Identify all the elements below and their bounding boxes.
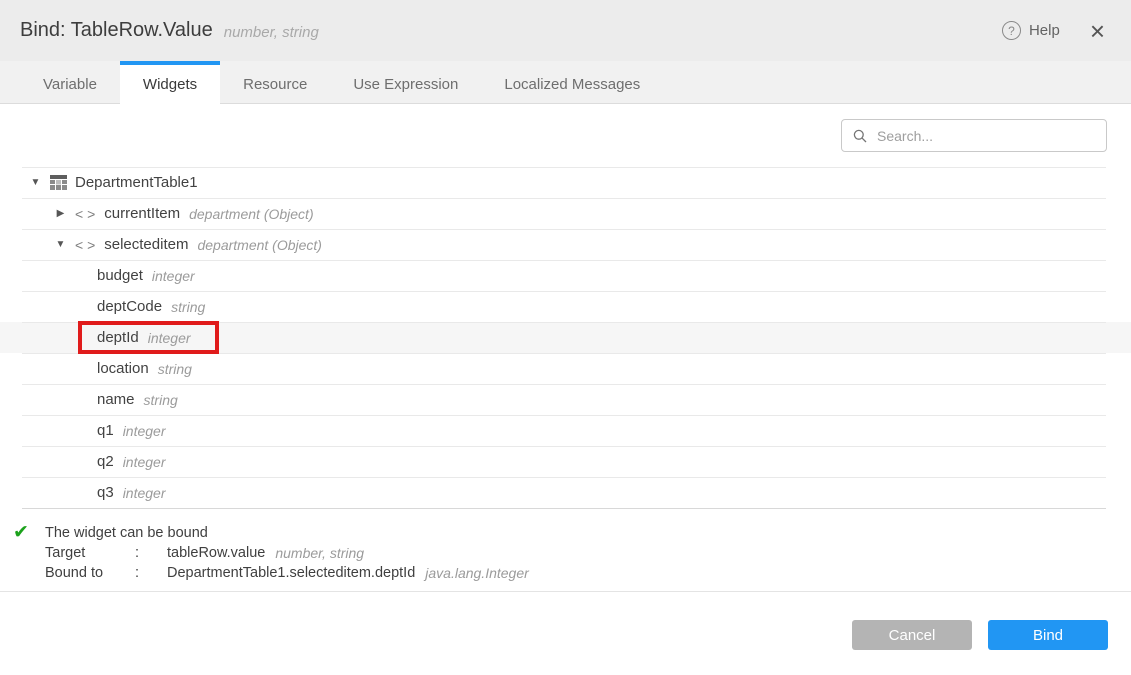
target-value: tableRow.value (167, 545, 265, 561)
tree-row-q3[interactable]: q3 integer (0, 477, 1131, 508)
tree-node-type: string (158, 361, 192, 377)
tab-use-expression[interactable]: Use Expression (330, 61, 481, 103)
tree-node-type: integer (152, 268, 195, 284)
boundto-value: DepartmentTable1.selecteditem.deptId (167, 565, 415, 581)
dialog-footer: Cancel Bind (0, 592, 1131, 650)
help-button[interactable]: ? Help (1002, 21, 1060, 40)
target-label: Target (45, 545, 135, 561)
dialog-title: Bind: TableRow.Value (20, 19, 213, 42)
close-icon[interactable]: × (1090, 18, 1105, 44)
caret-down-icon[interactable]: ▼ (53, 239, 68, 250)
widget-tree: ▼ DepartmentTable1 ▶ < > c (0, 167, 1131, 509)
tree-row-departmenttable1[interactable]: ▼ DepartmentTable1 (0, 167, 1131, 198)
bind-dialog: Bind: TableRow.Value number, string ? He… (0, 0, 1131, 675)
tree-row-currentitem[interactable]: ▶ < > currentItem department (Object) (0, 198, 1131, 229)
tree-node-label: q3 (97, 484, 114, 501)
tree-node-label: location (97, 360, 149, 377)
status-check-column: ✔ (0, 523, 45, 583)
search-icon (853, 129, 867, 143)
tree-row-deptid[interactable]: deptId integer (0, 322, 1131, 353)
caret-down-icon[interactable]: ▼ (28, 177, 43, 188)
tree-row-q2[interactable]: q2 integer (0, 446, 1131, 477)
bind-status-panel: ✔ The widget can be bound Target : table… (0, 509, 1131, 592)
dialog-titlebar: Bind: TableRow.Value number, string ? He… (0, 0, 1131, 61)
status-target-row: Target : tableRow.value number, string (45, 543, 529, 563)
tree-node-label: deptCode (97, 298, 162, 315)
tree-row-location[interactable]: location string (0, 353, 1131, 384)
boundto-label: Bound to (45, 565, 135, 581)
object-brackets-icon: < > (75, 237, 95, 253)
tree-row-name[interactable]: name string (0, 384, 1131, 415)
tree-row-budget[interactable]: budget integer (0, 260, 1131, 291)
caret-right-icon[interactable]: ▶ (53, 208, 68, 219)
status-body: The widget can be bound Target : tableRo… (45, 523, 529, 583)
tree-node-label: name (97, 391, 135, 408)
tree-node-label: budget (97, 267, 143, 284)
tree-row-q1[interactable]: q1 integer (0, 415, 1131, 446)
check-icon: ✔ (13, 522, 29, 543)
tab-localized-messages[interactable]: Localized Messages (481, 61, 663, 103)
tree-node-type: department (Object) (189, 206, 314, 222)
tab-widgets[interactable]: Widgets (120, 61, 220, 104)
table-icon (50, 175, 67, 190)
search-box[interactable] (841, 119, 1107, 152)
object-brackets-icon: < > (75, 206, 95, 222)
tab-bar: Variable Widgets Resource Use Expression… (0, 61, 1131, 104)
tree-node-label: selecteditem (104, 236, 188, 253)
tree-node-label: q1 (97, 422, 114, 439)
status-boundto-row: Bound to : DepartmentTable1.selecteditem… (45, 563, 529, 583)
tab-resource[interactable]: Resource (220, 61, 330, 103)
tree-node-label: q2 (97, 453, 114, 470)
search-row (0, 104, 1131, 167)
cancel-button[interactable]: Cancel (852, 620, 972, 650)
tree-row-deptcode[interactable]: deptCode string (0, 291, 1131, 322)
boundto-type: java.lang.Integer (425, 565, 529, 581)
tree-node-label: currentItem (104, 205, 180, 222)
tree-node-type: integer (123, 454, 166, 470)
boundto-separator: : (135, 565, 167, 581)
tree-node-type: integer (123, 485, 166, 501)
tree-node-type: integer (148, 330, 191, 346)
tree-node-label: deptId (97, 329, 139, 346)
target-separator: : (135, 545, 167, 561)
bind-button[interactable]: Bind (988, 620, 1108, 650)
tree-node-type: string (171, 299, 205, 315)
tree-node-type: department (Object) (197, 237, 322, 253)
tree-node-label: DepartmentTable1 (75, 174, 198, 191)
tree-row-selecteditem[interactable]: ▼ < > selecteditem department (Object) (0, 229, 1131, 260)
help-label: Help (1029, 22, 1060, 39)
target-type: number, string (275, 545, 364, 561)
search-input[interactable] (875, 127, 1095, 145)
titlebar-actions: ? Help × (1002, 18, 1105, 44)
tree-node-type: integer (123, 423, 166, 439)
red-annotation-box: deptId integer (78, 321, 219, 354)
status-message-row: The widget can be bound (45, 523, 529, 543)
tab-variable[interactable]: Variable (20, 61, 120, 103)
tree-node-type: string (144, 392, 178, 408)
dialog-title-type: number, string (224, 21, 319, 41)
status-message: The widget can be bound (45, 525, 208, 541)
help-icon: ? (1002, 21, 1021, 40)
